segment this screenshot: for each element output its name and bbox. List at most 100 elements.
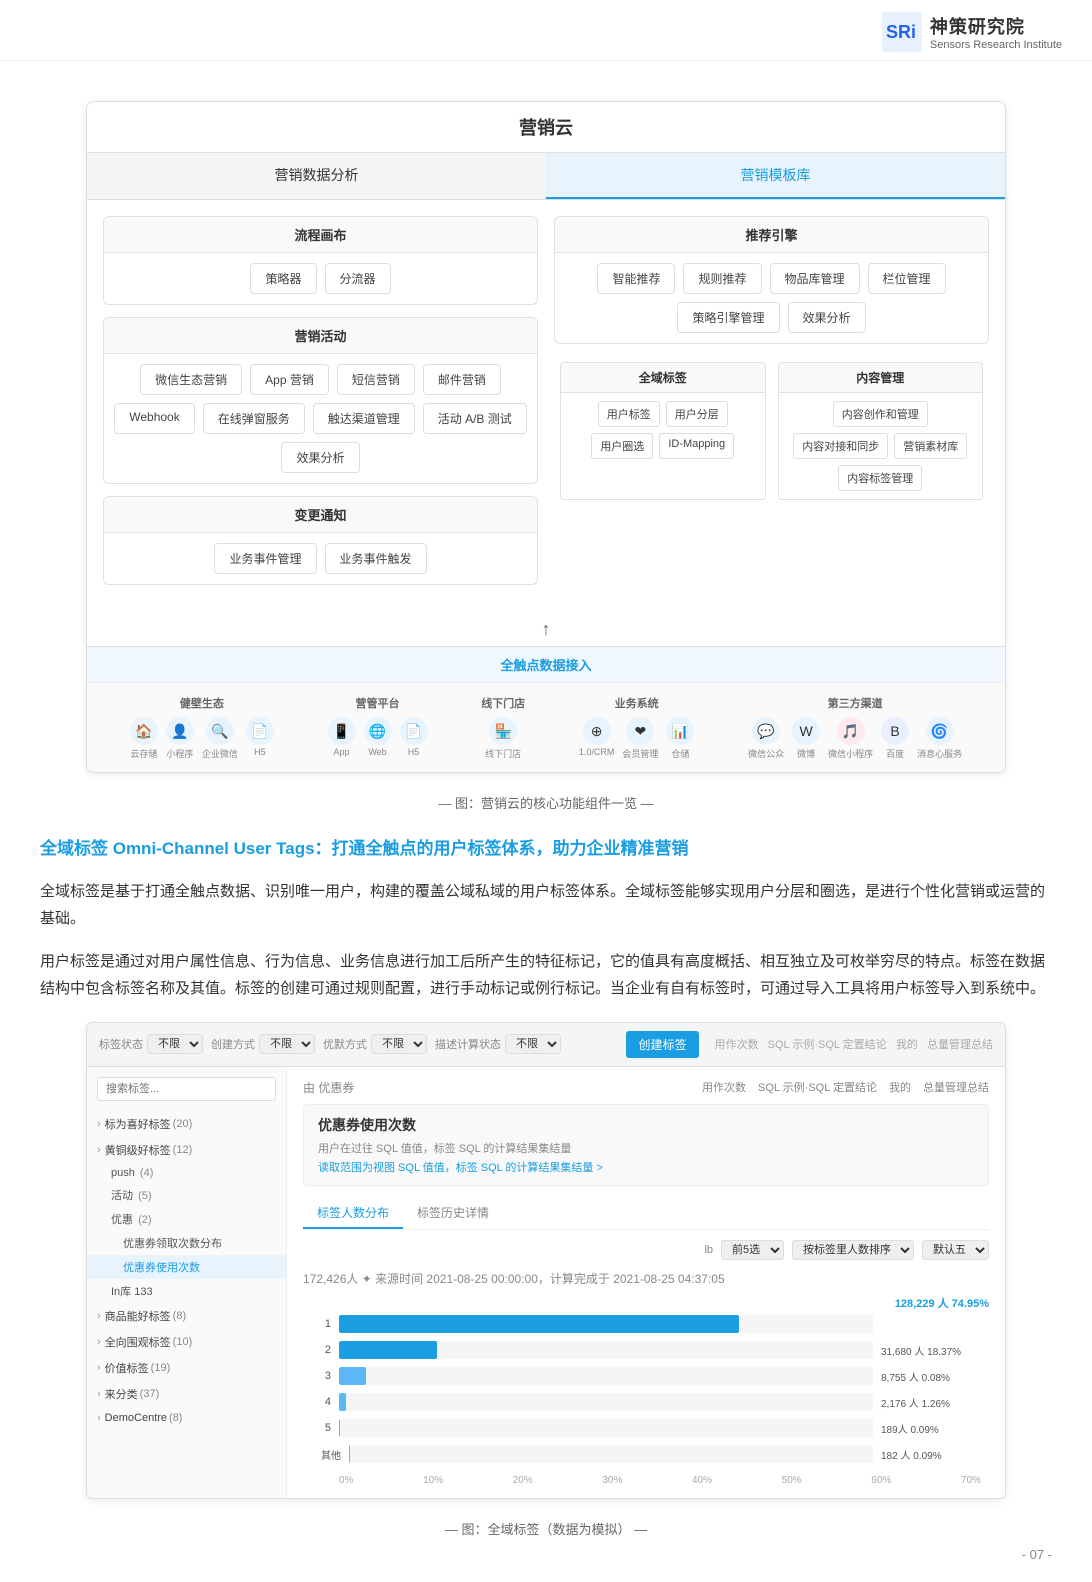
crm-icon: ⊕ [583,717,611,745]
sidebar-item-quanxiang[interactable]: › 全向围观标签 (10) [87,1329,286,1355]
icon-group-ecosystem: 健壁生态 🏠 云存储 👤 小程序 🔍 企业微信 📄 [130,695,274,760]
sidebar-sub-coupon[interactable]: 优惠 (2) [87,1207,286,1231]
sidebar-panel: › 标为喜好标签 (20) › 黄铜级好标签 (12) push (4) 活动 … [87,1067,287,1499]
create-method-select[interactable]: 不限 [259,1034,315,1054]
douyin-icon: 🎵 [837,717,865,745]
bar-label-1: 1 [311,1318,331,1330]
chevron-right-icon: › [97,1118,101,1130]
icon-item-app: 📱 App [328,717,356,757]
nav-link-total[interactable]: 总量管理总结 [923,1079,989,1095]
icon-item-warehouse: 📊 仓储 [666,717,694,760]
icon-item-store: 🏪 线下门店 [485,717,521,760]
sidebar-item-bronze[interactable]: › 黄铜级好标签 (12) [87,1137,286,1163]
marketing-cloud-diagram: 营销云 营销数据分析 营销模板库 流程画布 策略器 分流器 营销活动 [86,101,1006,773]
sri-logo-icon: SRi [882,12,922,52]
tag-info-box: 优惠券使用次数 用户在过往 SQL 值值，标签 SQL 的计算结果集结量 读取范… [303,1104,989,1187]
bar-row-3: 3 8,755 人 0.08% [311,1367,981,1385]
home-icon: 🏠 [130,717,158,745]
weibo-icon: W [792,717,820,745]
diagram-right: 推荐引擎 智能推荐 规则推荐 物品库管理 栏位管理 策略引擎管理 效果分析 全域… [554,216,989,597]
sidebar-item-value[interactable]: › 价值标签 (19) [87,1355,286,1381]
app-icon: 📱 [328,717,356,745]
sidebar-item-count: (20) [173,1118,193,1130]
nav-link-mine[interactable]: 我的 [889,1079,911,1095]
tag-desc-link[interactable]: 读取范围为视图 SQL 值值，标签 SQL 的计算结果集结量 > [318,1159,603,1175]
nav-link-sql[interactable]: SQL 示例·SQL 定置结论 [758,1079,877,1095]
filter-calc-status: 描述计算状态 不限 [435,1034,561,1054]
web-icon: 🌐 [364,717,392,745]
tab-history[interactable]: 标签历史详情 [403,1198,503,1229]
nav-link-usage[interactable]: 用作次数 [702,1079,746,1095]
data-controls: lb 前5选 按标签里人数排序 默认五 [303,1240,989,1260]
content-management-title: 内容管理 [779,363,983,393]
icon-item-miniapp: 👤 小程序 [166,717,194,760]
bar-chart: 1 2 31,680 人 18.37% [303,1315,989,1486]
platform-label: 营管平台 [356,695,400,711]
bar-container-other [349,1445,873,1463]
sidebar-sub-push[interactable]: push (4) [87,1163,286,1183]
bar-label-5: 5 [311,1422,331,1434]
item-webhook: Webhook [114,403,194,434]
item-splitter: 分流器 [325,263,391,294]
icon-group-biz: 业务系统 ⊕ 1.0/CRM ❤ 会员管理 📊 仓储 [579,695,695,760]
axis-0: 0% [339,1475,353,1486]
bar-value-other: 182 人 0.09% [881,1447,981,1462]
sidebar-sub-coupon-use[interactable]: 优惠券使用次数 [87,1255,286,1279]
sidebar-goods-label: 商品能好标签 [105,1308,171,1324]
calc-status-select[interactable]: 不限 [505,1034,561,1054]
item-effect: 效果分析 [281,442,359,473]
item-user-tags: 用户标签 [598,401,660,427]
icon-item-home: 🏠 云存储 [130,717,158,760]
item-smart-rec: 智能推荐 [597,263,675,294]
search-input[interactable] [97,1077,276,1101]
data-total: 172,426人 ✦ 来源时间 2021-08-25 00:00:00，计算完成… [303,1270,989,1287]
sidebar-coupon-dist-label: 优惠券领取次数分布 [123,1238,222,1250]
icon-item-msg: 🌀 消息心服务 [917,717,962,760]
ecosystem-icons: 🏠 云存储 👤 小程序 🔍 企业微信 📄 H5 [130,717,274,760]
sidebar-sub-in-lib[interactable]: In库 133 [87,1279,286,1303]
global-tags-content: 用户标签 用户分层 用户圈选 ID-Mapping [561,393,765,467]
bar-container-2 [339,1341,873,1359]
bar-value-3: 8,755 人 0.08% [881,1369,981,1384]
icon-item-h5-2: 📄 H5 [400,717,428,757]
panel-header: 由 优惠券 用作次数 SQL 示例·SQL 定置结论 我的 总量管理总结 [303,1079,989,1096]
logo-main-text: 神策研究院 [930,13,1025,39]
item-content-tags: 内容标签管理 [838,465,922,491]
third-label: 第三方渠道 [828,695,883,711]
section-recommendation: 推荐引擎 智能推荐 规则推荐 物品库管理 栏位管理 策略引擎管理 效果分析 [554,216,989,344]
priority-select[interactable]: 不限 [371,1034,427,1054]
breadcrumb: 由 优惠券 [303,1079,354,1096]
sidebar-item-uncategorized[interactable]: › 来分类 (37) [87,1381,286,1407]
axis-30: 30% [602,1475,622,1486]
sidebar-coupon-use-label: 优惠券使用次数 [123,1262,200,1274]
tab-distribution[interactable]: 标签人数分布 [303,1198,403,1229]
ecosystem-label: 健壁生态 [180,695,224,711]
sidebar-item-democentre[interactable]: › DemoCentre (8) [87,1407,286,1429]
item-email: 邮件营销 [423,364,501,395]
sidebar-activity-label: 活动 [111,1190,133,1202]
sort-select[interactable]: 按标签里人数排序 [792,1240,914,1260]
sidebar-sub-activity[interactable]: 活动 (5) [87,1183,286,1207]
create-tag-button[interactable]: 创建标签 [626,1031,698,1058]
sidebar-item-goods[interactable]: › 商品能好标签 (8) [87,1303,286,1329]
msg-icon: 🌀 [926,717,954,745]
sidebar-sub-coupon-dist[interactable]: 优惠券领取次数分布 [87,1231,286,1255]
item-app: App 营销 [250,364,329,395]
tab-marketing-data[interactable]: 营销数据分析 [87,153,546,199]
tab-marketing-template[interactable]: 营销模板库 [546,153,1005,199]
bottom-bar: 全触点数据接入 [87,646,1005,682]
icon-item-member: ❤ 会员管理 [622,717,658,760]
sidebar-item-count-2: (12) [173,1144,193,1156]
icon-item-h5: 📄 H5 [246,717,274,760]
tag-status-select[interactable]: 不限 [147,1034,203,1054]
sidebar-item-favorite[interactable]: › 标为喜好标签 (20) [87,1111,286,1137]
member-icon: ❤ [626,717,654,745]
bar-container-4 [339,1393,873,1411]
default-select[interactable]: 默认五 [922,1240,989,1260]
item-biz-event: 业务事件管理 [214,543,316,574]
icon-group-third: 第三方渠道 💬 微信公众 W 微博 🎵 微信小程序 B [748,695,962,760]
bar-container-1 [339,1315,873,1333]
top-select[interactable]: 前5选 [721,1240,784,1260]
h5-icon: 📄 [246,717,274,745]
sidebar-uncat-label: 来分类 [105,1386,138,1402]
